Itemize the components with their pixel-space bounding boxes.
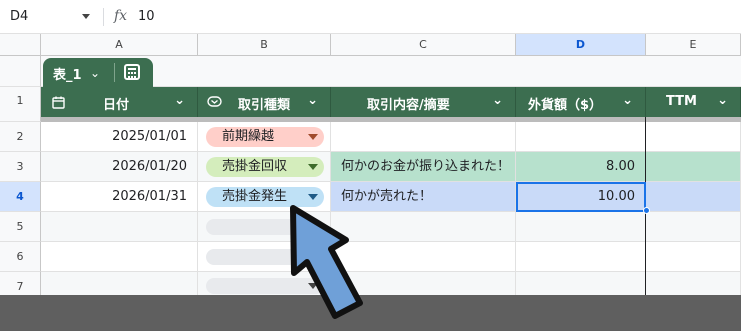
name-box[interactable]: D4 (0, 0, 100, 34)
dropdown-chip-icon (207, 96, 222, 107)
table-header-desc[interactable]: 取引内容/摘要 ⌄ (331, 87, 516, 117)
fx-icon: fx (114, 8, 128, 24)
cell-a6[interactable] (41, 242, 198, 272)
bottom-overlay (0, 295, 741, 331)
cell-c2[interactable] (331, 122, 516, 152)
table-name[interactable]: 表_1 (53, 64, 82, 83)
table-grid-icon[interactable] (124, 64, 140, 80)
cell-e5[interactable] (646, 212, 741, 242)
cell-a2[interactable]: 2025/01/01 (41, 122, 198, 152)
chevron-down-icon[interactable] (308, 134, 318, 140)
cell-a3[interactable]: 2026/01/20 (41, 152, 198, 182)
row-header-blank (0, 56, 41, 87)
type-chip-label: 売掛金回収 (222, 159, 288, 174)
chevron-down-icon[interactable]: ⌄ (622, 93, 633, 108)
header-label-date: 日付 (103, 98, 130, 113)
cell-e4[interactable] (646, 182, 741, 212)
cell-e2[interactable] (646, 122, 741, 152)
select-all-corner[interactable] (0, 34, 41, 56)
type-chip-label: 前期繰越 (222, 129, 275, 144)
formula-bar-divider (103, 8, 104, 26)
row-header-5[interactable]: 5 (0, 212, 41, 242)
name-box-caret-icon[interactable] (82, 14, 90, 19)
table-header-date[interactable]: 日付 ⌄ (41, 87, 198, 117)
type-chip-label: 売掛金発生 (222, 189, 288, 204)
header-label-desc: 取引内容/摘要 (367, 98, 450, 113)
cell-a5[interactable] (41, 212, 198, 242)
column-header-e[interactable]: E (646, 34, 741, 56)
header-label-type: 取引種類 (238, 98, 291, 113)
table-header-type[interactable]: 取引種類 ⌄ (198, 87, 331, 117)
row-header-1[interactable]: 1 (0, 87, 41, 122)
chevron-down-icon[interactable]: ⌄ (492, 93, 503, 108)
header-label-amount: 外貨額（$） (528, 98, 603, 113)
chevron-down-icon[interactable]: ⌄ (307, 93, 318, 108)
table-menu-chevron-icon[interactable]: ⌄ (90, 66, 100, 80)
row-header-4[interactable]: 4 (0, 182, 41, 212)
chevron-down-icon[interactable]: ⌄ (717, 93, 728, 108)
column-header-c[interactable]: C (331, 34, 516, 56)
cell-e3[interactable] (646, 152, 741, 182)
cell-d4-active[interactable]: 10.00 (516, 182, 646, 212)
row-header-2[interactable]: 2 (0, 122, 41, 152)
chevron-down-icon[interactable]: ⌄ (174, 93, 185, 108)
type-chip[interactable]: 売掛金回収 (206, 157, 324, 177)
type-chip[interactable]: 前期繰越 (206, 127, 324, 147)
row-header-3[interactable]: 3 (0, 152, 41, 182)
cell-e6[interactable] (646, 242, 741, 272)
cell-d6[interactable] (516, 242, 646, 272)
column-header-a[interactable]: A (41, 34, 198, 56)
table-tab-divider (114, 63, 115, 82)
formula-bar: D4 fx 10 (0, 0, 741, 34)
cell-c3[interactable]: 何かのお金が振り込まれた！ (331, 152, 516, 182)
cell-a4[interactable]: 2026/01/31 (41, 182, 198, 212)
column-header-b[interactable]: B (198, 34, 331, 56)
cell-d3[interactable]: 8.00 (516, 152, 646, 182)
cell-d5[interactable] (516, 212, 646, 242)
chevron-down-icon[interactable] (308, 164, 318, 170)
table-header-amount[interactable]: 外貨額（$） ⌄ (516, 87, 646, 117)
header-label-ttm: TTM (666, 94, 697, 109)
formula-input[interactable]: 10 (138, 9, 155, 24)
table-header-ttm[interactable]: TTM ⌄ (646, 87, 741, 117)
cell-d2[interactable] (516, 122, 646, 152)
calendar-icon (52, 96, 65, 109)
pointer-arrow-icon (290, 205, 363, 319)
fill-handle[interactable] (643, 207, 650, 214)
column-header-d[interactable]: D (516, 34, 646, 56)
name-box-value: D4 (10, 9, 29, 24)
row-header-6[interactable]: 6 (0, 242, 41, 272)
